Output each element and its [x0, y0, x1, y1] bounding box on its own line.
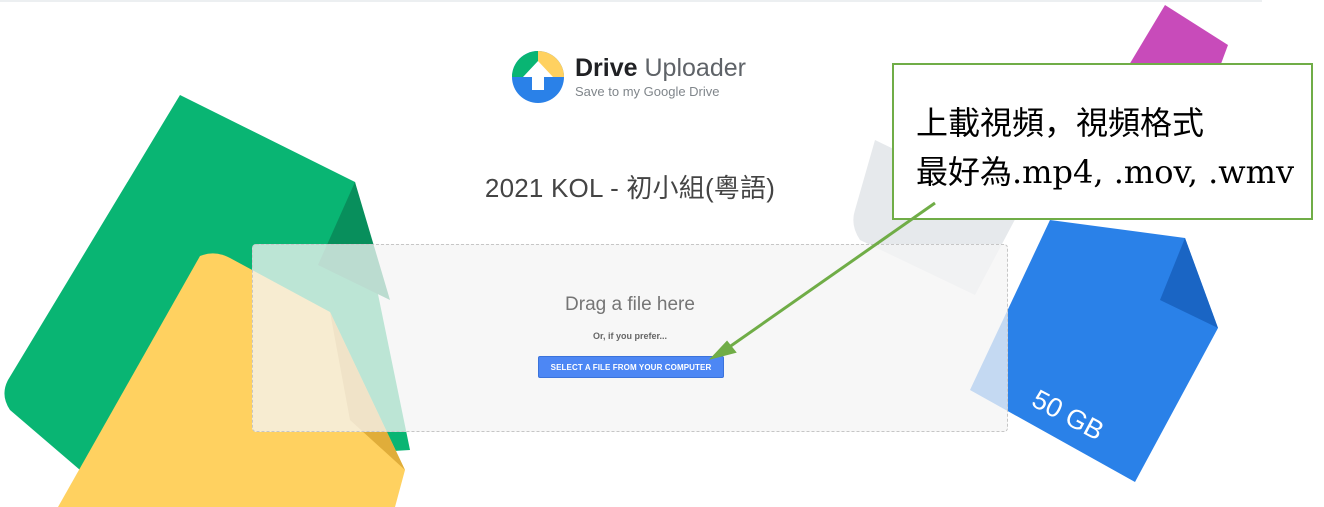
app-tagline: Save to my Google Drive: [575, 84, 720, 99]
app-name: Drive Uploader: [575, 54, 746, 82]
app-name-rest: Uploader: [637, 54, 746, 82]
file-dropzone[interactable]: Drag a file here Or, if you prefer... SE…: [252, 244, 1008, 432]
annotation-callout: 上載視頻，視頻格式 最好為.mp4, .mov, .wmv: [892, 63, 1313, 220]
annotation-line-2: 最好為.mp4, .mov, .wmv: [916, 153, 1295, 191]
app-logo: Drive Uploader Save to my Google Drive: [511, 50, 746, 104]
select-file-button[interactable]: SELECT A FILE FROM YOUR COMPUTER: [538, 356, 724, 378]
alternative-instruction: Or, if you prefer...: [592, 331, 668, 341]
annotation-line-1: 上載視頻，視頻格式: [916, 104, 1205, 142]
app-name-bold: Drive: [575, 54, 638, 82]
drive-uploader-logo-icon: [512, 51, 564, 103]
drag-instruction: Drag a file here: [565, 294, 695, 315]
